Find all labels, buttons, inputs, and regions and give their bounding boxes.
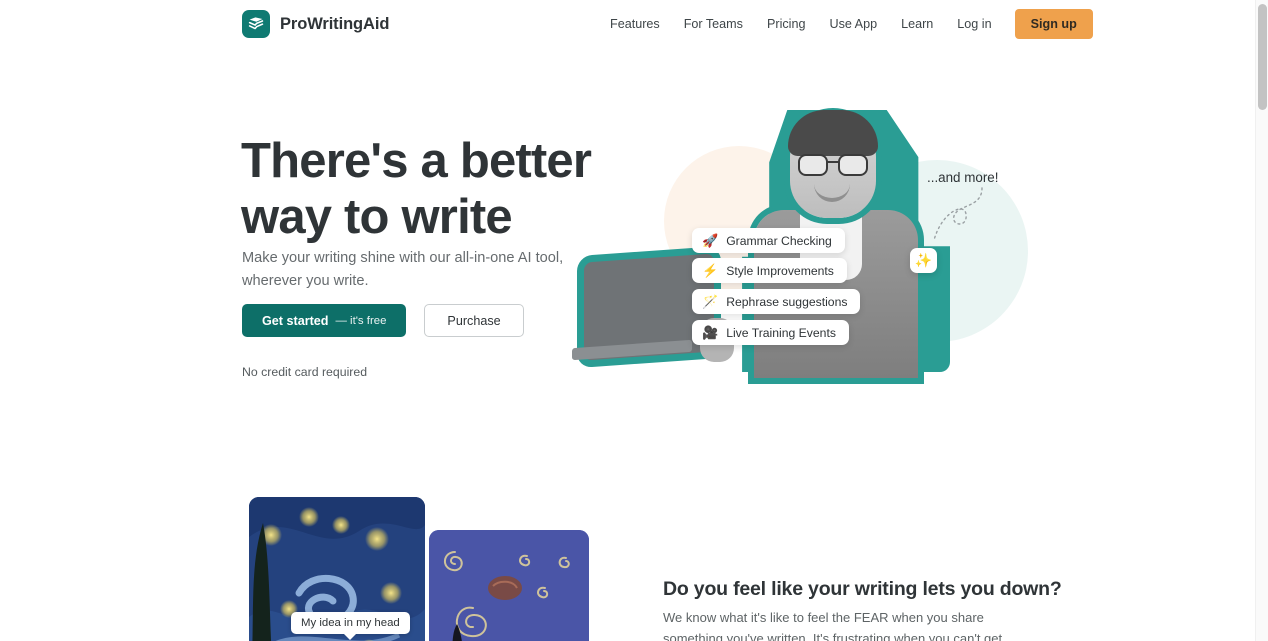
idea-tooltip: My idea in my head (291, 612, 410, 640)
book-check-icon (242, 10, 270, 38)
main-nav: Features For Teams Pricing Use App Learn… (598, 0, 1093, 48)
nav-link-for-teams[interactable]: For Teams (672, 17, 755, 31)
feature-chip-style-improvements[interactable]: ⚡ Style Improvements (692, 258, 847, 283)
glasses-icon (798, 154, 868, 176)
feature-chip-label: Live Training Events (726, 325, 836, 340)
feature-chip-label: Grammar Checking (726, 233, 832, 248)
sign-up-button[interactable]: Sign up (1014, 9, 1093, 39)
get-started-suffix: — it's free (335, 314, 387, 327)
brand-name: ProWritingAid (280, 14, 390, 33)
nav-link-pricing[interactable]: Pricing (755, 17, 818, 31)
purchase-button[interactable]: Purchase (424, 304, 524, 337)
person-hair (788, 110, 878, 156)
nav-link-log-in[interactable]: Log in (945, 17, 1003, 31)
hero-title-line-1: There's a better (241, 133, 592, 188)
magic-wand-icon: 🪄 (702, 294, 719, 309)
section-body: We know what it's like to feel the FEAR … (663, 610, 1003, 641)
hero-title-line-2: way to write (241, 189, 513, 244)
hero-cta-group: Get started — it's free Purchase (242, 304, 524, 337)
page-title: There's a better way to write (241, 133, 661, 245)
section-title: Do you feel like your writing lets you d… (663, 578, 1062, 601)
brand-logo[interactable]: ProWritingAid (242, 10, 389, 38)
get-started-button[interactable]: Get started — it's free (242, 304, 407, 337)
feature-chip-rephrase-suggestions[interactable]: 🪄 Rephrase suggestions (692, 289, 861, 314)
and-more-annotation: ...and more! (927, 170, 999, 185)
scrollbar-thumb[interactable] (1258, 4, 1267, 110)
dotted-curved-arrow-icon (933, 187, 983, 241)
feature-chip-grammar-checking[interactable]: 🚀 Grammar Checking (692, 228, 845, 253)
vertical-scrollbar[interactable] (1255, 0, 1268, 641)
get-started-label: Get started (262, 313, 329, 328)
lightning-icon: ⚡ (702, 263, 719, 278)
feature-chip-label: Rephrase suggestions (726, 294, 848, 309)
feature-chip-live-training-events[interactable]: 🎥 Live Training Events (692, 320, 849, 345)
page-root: ProWritingAid Features For Teams Pricing… (0, 0, 1256, 641)
nav-link-use-app[interactable]: Use App (817, 17, 889, 31)
nav-link-learn[interactable]: Learn (889, 17, 945, 31)
rocket-icon: 🚀 (702, 233, 719, 248)
feature-chip-label: Style Improvements (726, 263, 834, 278)
nav-link-features[interactable]: Features (598, 17, 672, 31)
hero-subtitle: Make your writing shine with our all-in-… (242, 249, 564, 289)
childish-drawing-image (429, 530, 589, 641)
video-camera-icon: 🎥 (702, 325, 719, 340)
no-credit-card-note: No credit card required (242, 365, 368, 379)
site-header: ProWritingAid Features For Teams Pricing… (0, 0, 1256, 48)
